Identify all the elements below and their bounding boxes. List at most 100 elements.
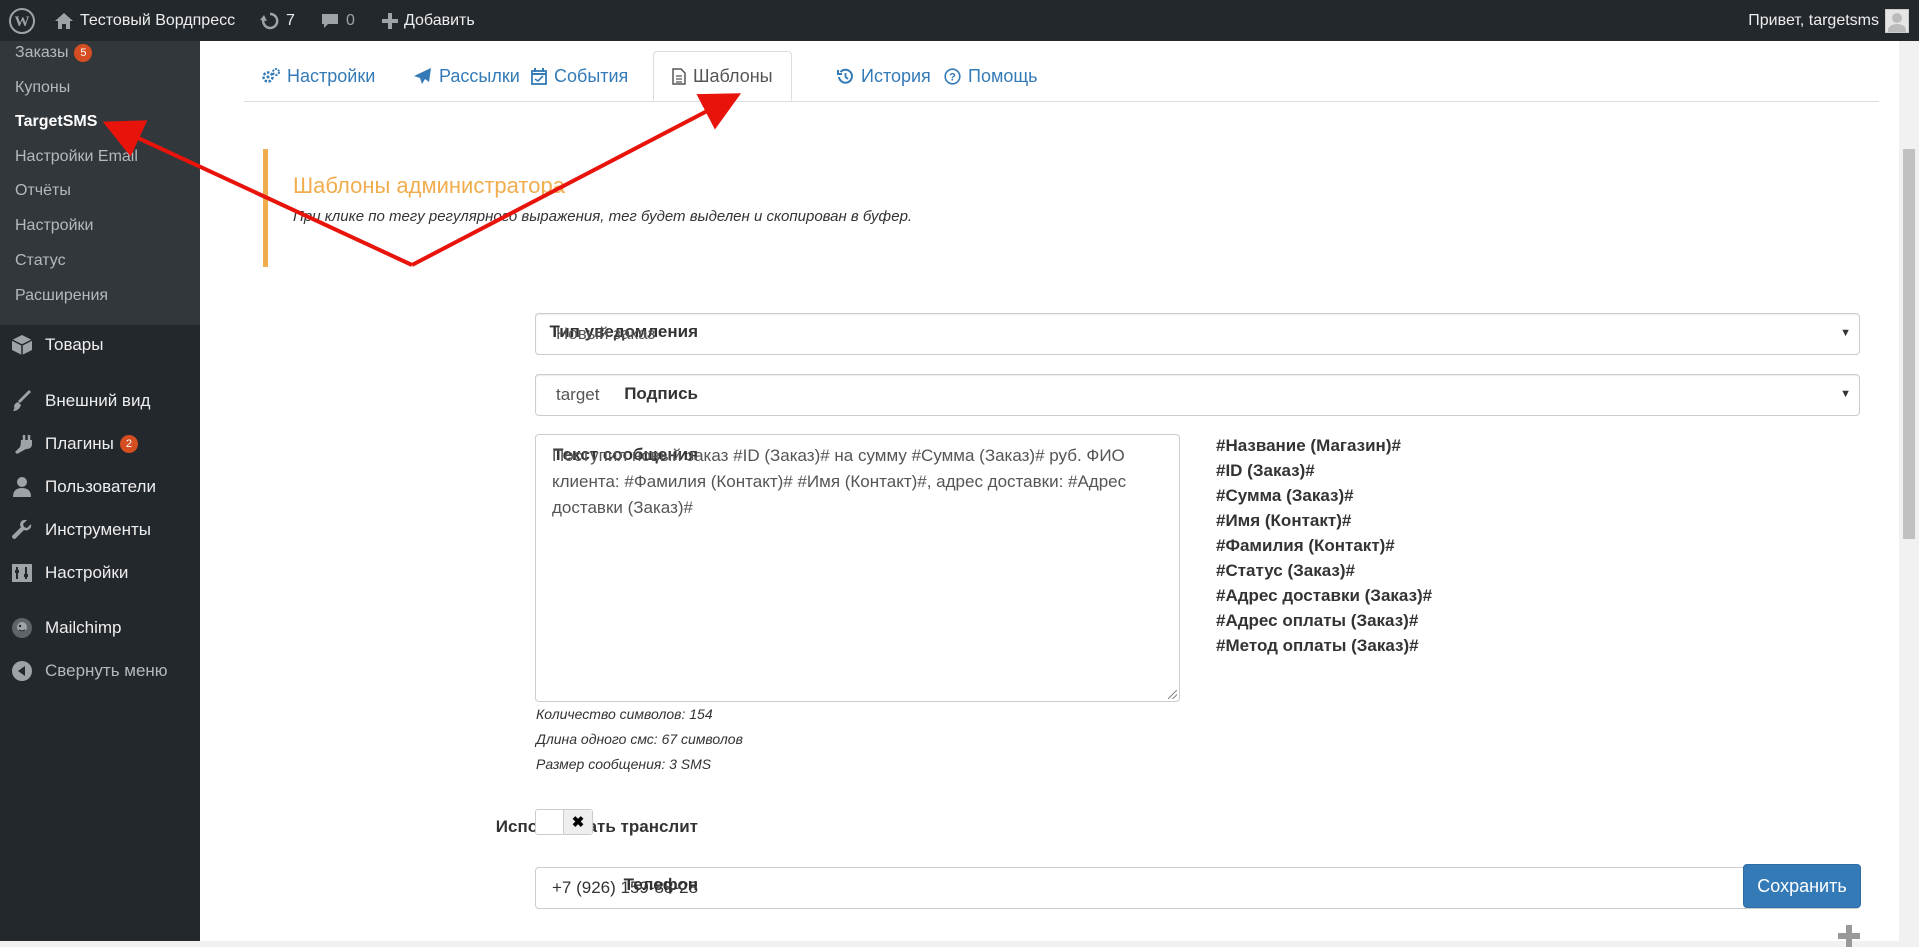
resize-handle-icon[interactable] bbox=[1168, 690, 1177, 699]
submenu-item-targetsms[interactable]: TargetSMS bbox=[15, 110, 97, 134]
comments-link[interactable]: 0 bbox=[320, 0, 355, 41]
avatar bbox=[1885, 8, 1909, 33]
close-icon: ✖ bbox=[563, 810, 592, 834]
my-account-link[interactable]: Привет, targetsms bbox=[1748, 0, 1909, 41]
message-textarea[interactable]: Поступил новый заказ #ID (Заказ)# на сум… bbox=[535, 434, 1180, 702]
collapse-menu-button[interactable]: Свернуть меню bbox=[0, 653, 200, 689]
svg-text:W: W bbox=[15, 14, 30, 30]
sms-length-text: Длина одного смс: 67 символов bbox=[536, 731, 743, 747]
submenu-label: Купоны bbox=[15, 79, 71, 96]
callout-text: При клике по тегу регулярного выражения,… bbox=[293, 208, 913, 225]
tab-label: Рассылки bbox=[439, 65, 520, 86]
woocommerce-submenu: Заказы 5 Купоны TargetSMS Настройки Email… bbox=[0, 41, 200, 325]
refresh-icon bbox=[260, 12, 279, 29]
submenu-item-settings[interactable]: Настройки bbox=[15, 214, 93, 238]
tab-help[interactable]: ? Помощь bbox=[926, 51, 1056, 101]
tab-settings[interactable]: Настройки bbox=[244, 51, 393, 101]
menu-label: Свернуть меню bbox=[45, 661, 168, 680]
plugins-count-badge: 2 bbox=[119, 435, 138, 453]
scrollbar-thumb[interactable] bbox=[1903, 149, 1915, 539]
tab-label: Настройки bbox=[287, 65, 376, 86]
tab-label: История bbox=[861, 65, 931, 86]
paper-plane-icon bbox=[414, 68, 431, 84]
message-size-text: Размер сообщения: 3 SMS bbox=[536, 756, 712, 772]
mailchimp-icon bbox=[10, 616, 34, 640]
notification-type-select[interactable]: Новый заказ ▼ bbox=[535, 313, 1860, 355]
updates-link[interactable]: 7 bbox=[260, 0, 295, 41]
save-button[interactable]: Сохранить bbox=[1743, 864, 1861, 908]
collapse-icon bbox=[10, 659, 34, 683]
submenu-label: Настройки bbox=[15, 217, 94, 234]
template-tag[interactable]: #Название (Магазин)# bbox=[1216, 433, 1432, 458]
submenu-label: Расширения bbox=[15, 287, 109, 304]
template-tag[interactable]: #Фамилия (Контакт)# bbox=[1216, 533, 1432, 558]
tab-label: Шаблоны bbox=[693, 65, 773, 86]
submenu-item-email-settings[interactable]: Настройки Email bbox=[15, 145, 138, 169]
submenu-item-status[interactable]: Статус bbox=[15, 249, 66, 273]
tab-label: Помощь bbox=[968, 65, 1038, 86]
menu-label: Настройки bbox=[45, 563, 129, 582]
menu-label: Пользователи bbox=[45, 477, 156, 496]
submenu-item-coupons[interactable]: Купоны bbox=[15, 76, 70, 100]
warning-callout: Шаблоны администратора При клике по тегу… bbox=[263, 149, 1668, 267]
home-icon bbox=[55, 12, 73, 29]
menu-item-tools[interactable]: Инструменты bbox=[0, 512, 200, 548]
tab-events[interactable]: События bbox=[513, 51, 646, 101]
greeting: Привет, targetsms bbox=[1748, 11, 1879, 29]
submenu-item-orders[interactable]: Заказы 5 bbox=[15, 41, 93, 65]
svg-text:?: ? bbox=[949, 71, 956, 83]
tab-label: События bbox=[554, 65, 629, 86]
site-name-link[interactable]: Тестовый Вордпресс bbox=[54, 0, 235, 41]
scrollbar[interactable] bbox=[1899, 41, 1919, 941]
template-tag[interactable]: #Имя (Контакт)# bbox=[1216, 508, 1432, 533]
menu-item-products[interactable]: Товары bbox=[0, 327, 200, 363]
add-new-link[interactable]: Добавить bbox=[382, 0, 475, 41]
add-new-label: Добавить bbox=[404, 11, 475, 29]
plus-icon bbox=[382, 12, 398, 29]
message-text: Поступил новый заказ #ID (Заказ)# на сум… bbox=[552, 446, 1127, 517]
submenu-label: Отчёты bbox=[15, 182, 71, 199]
settings-icon bbox=[10, 561, 34, 585]
menu-item-settings[interactable]: Настройки bbox=[0, 555, 200, 591]
wordpress-logo-icon[interactable]: W bbox=[8, 0, 36, 41]
signature-select[interactable]: target ▼ bbox=[535, 374, 1860, 416]
menu-label: Mailchimp bbox=[45, 618, 122, 637]
chevron-down-icon: ▼ bbox=[1840, 388, 1851, 400]
menu-item-plugins[interactable]: Плагины 2 bbox=[0, 426, 200, 462]
phone-input[interactable]: +7 (926) 159-88-28 bbox=[535, 867, 1860, 909]
notification-type-value: Новый заказ bbox=[556, 324, 656, 343]
user-icon bbox=[10, 475, 34, 499]
submenu-item-extensions[interactable]: Расширения bbox=[15, 284, 108, 308]
template-tag[interactable]: #ID (Заказ)# bbox=[1216, 458, 1432, 483]
wrench-icon bbox=[10, 518, 34, 542]
orders-count-badge: 5 bbox=[74, 43, 93, 62]
template-tag[interactable]: #Адрес доставки (Заказ)# bbox=[1216, 583, 1432, 608]
submenu-label: Статус bbox=[15, 252, 66, 269]
brush-icon bbox=[10, 389, 34, 413]
comments-count: 0 bbox=[346, 11, 355, 29]
calendar-icon bbox=[531, 67, 547, 85]
template-tag[interactable]: #Статус (Заказ)# bbox=[1216, 558, 1432, 583]
menu-label: Плагины bbox=[45, 434, 114, 453]
site-title: Тестовый Вордпресс bbox=[80, 11, 236, 29]
menu-label: Товары bbox=[45, 335, 104, 354]
menu-item-appearance[interactable]: Внешний вид bbox=[0, 383, 200, 419]
add-phone-icon[interactable] bbox=[1838, 925, 1860, 947]
file-icon bbox=[672, 67, 686, 85]
tab-templates[interactable]: Шаблоны bbox=[653, 51, 792, 101]
template-tag[interactable]: #Адрес оплаты (Заказ)# bbox=[1216, 608, 1432, 633]
signature-value: target bbox=[556, 385, 600, 404]
history-icon bbox=[837, 68, 853, 84]
menu-label: Внешний вид bbox=[45, 391, 151, 410]
submenu-item-reports[interactable]: Отчёты bbox=[15, 179, 71, 203]
char-count-text: Количество символов: 154 bbox=[536, 706, 713, 722]
menu-item-users[interactable]: Пользователи bbox=[0, 469, 200, 505]
chevron-down-icon: ▼ bbox=[1840, 327, 1851, 339]
menu-item-mailchimp[interactable]: Mailchimp bbox=[0, 610, 200, 646]
updates-count: 7 bbox=[286, 11, 295, 29]
translit-toggle[interactable]: ✖ bbox=[535, 809, 593, 835]
template-tag[interactable]: #Сумма (Заказ)# bbox=[1216, 483, 1432, 508]
template-tags-list: #Название (Магазин)# #ID (Заказ)# #Сумма… bbox=[1216, 433, 1432, 658]
template-tag[interactable]: #Метод оплаты (Заказ)# bbox=[1216, 633, 1432, 658]
submenu-label: TargetSMS bbox=[15, 113, 98, 130]
